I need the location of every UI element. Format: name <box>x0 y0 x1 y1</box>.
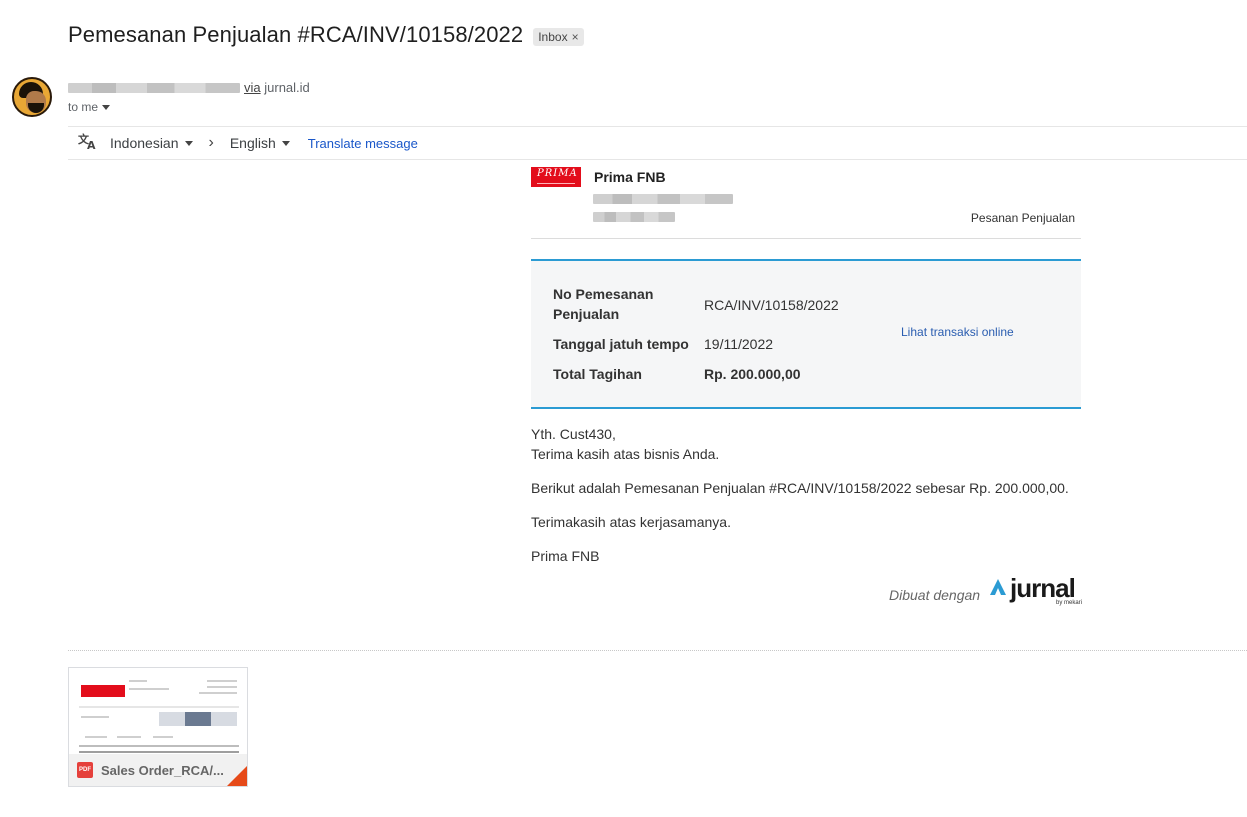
caret-down-icon <box>102 104 111 110</box>
order-number-value: RCA/INV/10158/2022 <box>704 297 839 313</box>
target-language-select[interactable]: English <box>230 135 290 151</box>
attachments-divider <box>68 650 1247 651</box>
closing-text: Terimakasih atas kerjasamanya. <box>531 514 731 530</box>
total-value: Rp. 200.000,00 <box>704 366 801 382</box>
sender-row: via jurnal.id <box>68 80 310 95</box>
subject-row: Pemesanan Penjualan #RCA/INV/10158/2022 … <box>68 22 584 48</box>
company-name: Prima FNB <box>594 169 666 185</box>
company-logo: PRIMA <box>531 167 581 187</box>
jurnal-logo[interactable]: jurnal by mekari <box>990 573 1082 608</box>
attachment-thumbnail <box>79 676 239 758</box>
message-body: Yth. Cust430, Terima kasih atas bisnis A… <box>531 424 1131 580</box>
caret-down-icon <box>184 140 193 146</box>
inbox-label-text: Inbox <box>538 29 568 44</box>
thanks-text: Terima kasih atas bisnis Anda. <box>531 446 720 462</box>
view-online-link[interactable]: Lihat transaksi online <box>901 325 1014 339</box>
due-date-value: 19/11/2022 <box>704 336 774 352</box>
target-language-label: English <box>229 135 276 151</box>
inbox-label-chip[interactable]: Inbox × <box>533 27 584 46</box>
due-date-label: Tanggal jatuh tempo <box>553 336 689 352</box>
translate-icon: 文 A <box>78 132 100 154</box>
attachment-footer: PDF Sales Order_RCA/... <box>69 754 247 786</box>
signature-text: Prima FNB <box>531 548 600 564</box>
email-subject: Pemesanan Penjualan #RCA/INV/10158/2022 <box>68 22 524 47</box>
pdf-icon: PDF <box>77 762 93 778</box>
attachment-corner-fold <box>227 766 247 786</box>
to-me-label: to me <box>68 100 99 114</box>
total-label: Total Tagihan <box>553 366 642 382</box>
order-number-label: No Pemesanan Penjualan <box>553 286 654 322</box>
sender-avatar[interactable] <box>12 77 52 117</box>
recipient-details-toggle[interactable]: to me <box>68 100 111 114</box>
greeting-text: Yth. Cust430, <box>531 426 616 442</box>
source-language-select[interactable]: Indonesian <box>110 135 193 151</box>
remove-label-icon[interactable]: × <box>572 30 579 44</box>
source-language-label: Indonesian <box>110 135 179 151</box>
divider <box>531 238 1081 239</box>
made-with-text: Dibuat dengan <box>889 587 981 603</box>
jurnal-brand-sub: by mekari <box>1055 600 1082 606</box>
svg-text:A: A <box>87 139 96 150</box>
translate-message-link[interactable]: Translate message <box>308 136 418 151</box>
order-summary-text: Berikut adalah Pemesanan Penjualan #RCA/… <box>531 480 1069 496</box>
document-type: Pesanan Penjualan <box>970 211 1075 225</box>
pdf-attachment[interactable]: PDF Sales Order_RCA/... <box>68 667 248 787</box>
chevron-right-icon: › <box>208 134 214 151</box>
translate-bar: 文 A Indonesian › English Translate messa… <box>68 126 1247 160</box>
sender-via: via jurnal.id <box>244 80 310 95</box>
invoice-summary: No Pemesanan Penjualan RCA/INV/10158/202… <box>531 259 1081 409</box>
via-link[interactable]: via <box>244 80 261 95</box>
attachment-name: Sales Order_RCA/... <box>101 762 224 778</box>
company-phone-redacted <box>593 212 675 222</box>
jurnal-mark-icon <box>990 579 1006 595</box>
company-address-redacted <box>593 194 733 204</box>
caret-down-icon <box>281 140 290 146</box>
sender-name-redacted <box>68 82 240 93</box>
via-domain: jurnal.id <box>264 80 310 95</box>
